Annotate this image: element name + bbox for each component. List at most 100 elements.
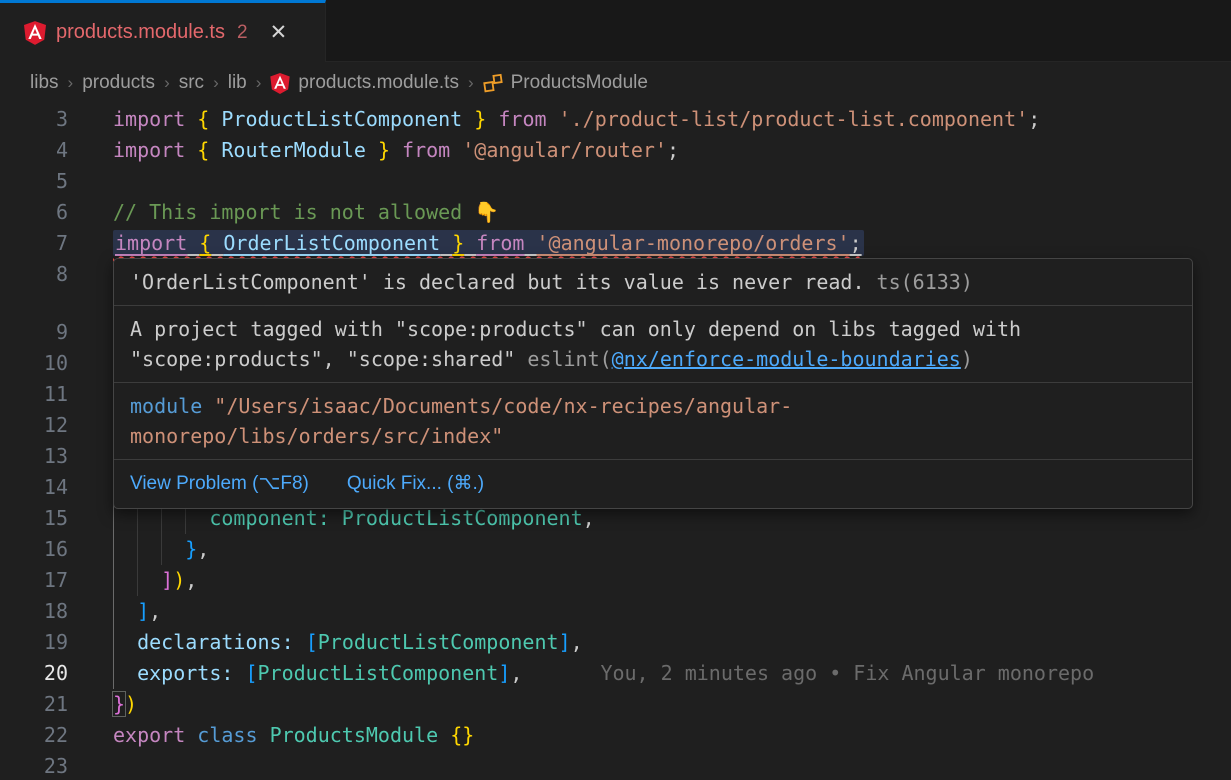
- git-blame-annotation: You, 2 minutes ago • Fix Angular monorep…: [600, 661, 1094, 685]
- code-token: ): [173, 568, 185, 592]
- code-token: {}: [450, 723, 474, 747]
- code-token: ProductListComponent: [342, 506, 583, 530]
- breadcrumb-item-products-module-ts[interactable]: products.module.ts: [270, 72, 459, 94]
- code-token: [294, 630, 306, 654]
- code-line-content: ],: [68, 596, 1231, 627]
- code-token: ]: [137, 599, 149, 623]
- breadcrumb-item-lib[interactable]: lib: [228, 72, 247, 94]
- code-line-5[interactable]: 5: [0, 166, 1231, 197]
- code-line-content: [68, 166, 1231, 197]
- code-token: ProductListComponent: [318, 630, 559, 654]
- code-token: component:: [209, 506, 329, 530]
- line-number: 4: [0, 135, 68, 166]
- code-line-content: import { RouterModule } from '@angular/r…: [68, 135, 1231, 166]
- indent-guide: [113, 627, 114, 658]
- code-token: ,: [571, 630, 583, 654]
- breadcrumb: libs›products›src›lib›products.module.ts…: [0, 62, 1231, 104]
- tab-products-module[interactable]: products.module.ts 2 ✕: [0, 0, 326, 62]
- code-token: [486, 107, 498, 131]
- code-token: [187, 231, 199, 255]
- code-token: [211, 231, 223, 255]
- code-line-16[interactable]: 16 },: [0, 534, 1231, 565]
- code-token: [233, 661, 245, 685]
- angular-icon: [24, 21, 46, 45]
- code-line-19[interactable]: 19 declarations: [ProductListComponent],: [0, 627, 1231, 658]
- quick-fix-button[interactable]: Quick Fix... (⌘.): [347, 469, 484, 499]
- code-line-7[interactable]: 7import { OrderListComponent } from '@an…: [0, 228, 1231, 259]
- code-token: [185, 138, 197, 162]
- code-token: {: [199, 231, 211, 255]
- line-number: 16: [0, 534, 68, 565]
- code-line-21[interactable]: 21}): [0, 689, 1231, 720]
- eslint-rule-link[interactable]: @nx/enforce-module-boundaries: [612, 347, 961, 371]
- line-number: 20: [0, 658, 68, 689]
- code-token: [450, 138, 462, 162]
- code-token: [113, 630, 137, 654]
- tab-title: products.module.ts: [56, 21, 225, 44]
- code-token: ]: [161, 568, 173, 592]
- breadcrumb-separator-icon: ›: [68, 73, 74, 93]
- code-token: [: [245, 661, 257, 685]
- code-line-content: exports: [ProductListComponent],You, 2 m…: [68, 658, 1231, 689]
- close-icon[interactable]: ✕: [270, 22, 288, 43]
- code-line-22[interactable]: 22export class ProductsModule {}: [0, 720, 1231, 751]
- code-token: [547, 107, 559, 131]
- code-line-17[interactable]: 17 ]),: [0, 565, 1231, 596]
- line-number: 8: [0, 259, 68, 290]
- breadcrumb-item-productsmodule[interactable]: ProductsModule: [483, 72, 648, 94]
- code-line-4[interactable]: 4import { RouterModule } from '@angular/…: [0, 135, 1231, 166]
- indent-guide: [113, 565, 114, 596]
- code-line-content: import { ProductListComponent } from './…: [68, 104, 1231, 135]
- code-token: from: [498, 107, 546, 131]
- line-number: 17: [0, 565, 68, 596]
- breadcrumb-label: products: [82, 72, 155, 94]
- code-line-3[interactable]: 3import { ProductListComponent } from '.…: [0, 104, 1231, 135]
- ts-diagnostic: 'OrderListComponent' is declared but its…: [114, 259, 1192, 306]
- code-line-6[interactable]: 6// This import is not allowed 👇: [0, 197, 1231, 228]
- tab-problem-count: 2: [237, 22, 248, 44]
- code-token: ProductListComponent: [221, 107, 462, 131]
- code-token: ): [125, 692, 137, 716]
- code-token: class: [197, 723, 257, 747]
- code-token: import: [115, 231, 187, 255]
- code-token: }: [378, 138, 390, 162]
- line-number: 11: [0, 379, 68, 410]
- view-problem-button[interactable]: View Problem (⌥F8): [130, 469, 309, 499]
- code-token: from: [402, 138, 450, 162]
- code-line-content: import { OrderListComponent } from '@ang…: [68, 228, 1231, 259]
- line-number: 23: [0, 751, 68, 780]
- indent-guide: [113, 534, 114, 565]
- line-number: 18: [0, 596, 68, 627]
- eslint-message-line1: A project tagged with "scope:products" c…: [130, 314, 1176, 344]
- breadcrumb-separator-icon: ›: [256, 73, 262, 93]
- code-token: '@angular/router': [462, 138, 667, 162]
- code-line-23[interactable]: 23: [0, 751, 1231, 780]
- code-token: ProductListComponent: [258, 661, 499, 685]
- line-number: 13: [0, 441, 68, 472]
- code-token: [209, 107, 221, 131]
- breadcrumb-item-libs[interactable]: libs: [30, 72, 59, 94]
- code-line-20[interactable]: 20 exports: [ProductListComponent],You, …: [0, 658, 1231, 689]
- module-info: module "/Users/isaac/Documents/code/nx-r…: [114, 383, 1192, 460]
- code-token: [440, 231, 452, 255]
- code-token: [185, 107, 197, 131]
- code-token: import: [113, 107, 185, 131]
- code-line-18[interactable]: 18 ],: [0, 596, 1231, 627]
- code-token: OrderListComponent: [223, 231, 440, 255]
- code-token: import: [113, 138, 185, 162]
- diagnostic-hover-popup: 'OrderListComponent' is declared but its…: [113, 258, 1193, 509]
- breadcrumb-label: src: [179, 72, 204, 94]
- indent-guide: [161, 534, 162, 565]
- breadcrumb-item-src[interactable]: src: [179, 72, 204, 94]
- hover-action-bar: View Problem (⌥F8) Quick Fix... (⌘.): [114, 460, 1192, 508]
- code-token: ,: [185, 568, 197, 592]
- code-token: [438, 723, 450, 747]
- code-token: ;: [667, 138, 679, 162]
- line-number: 12: [0, 410, 68, 441]
- line-highlight: import { OrderListComponent } from '@ang…: [113, 230, 864, 256]
- code-token: }: [185, 537, 197, 561]
- line-number: 3: [0, 104, 68, 135]
- breadcrumb-item-products[interactable]: products: [82, 72, 155, 94]
- code-token: [209, 138, 221, 162]
- line-number: 19: [0, 627, 68, 658]
